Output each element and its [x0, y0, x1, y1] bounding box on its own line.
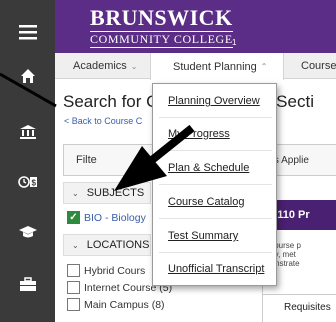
location-filter-main-campus[interactable]: Main Campus (8) — [67, 298, 165, 311]
menu-divider — [159, 184, 272, 185]
graduation-cap-icon[interactable] — [0, 222, 55, 242]
menu-divider — [159, 117, 272, 118]
menu-divider — [159, 218, 272, 219]
logo-line2: COMMUNITY COLLEGE — [90, 31, 233, 48]
checkbox-icon[interactable] — [67, 298, 80, 311]
menu-divider — [159, 150, 272, 151]
nav-student-planning[interactable]: Student Planning ⌃ — [150, 53, 284, 80]
menu-item-unofficial-transcript[interactable]: Unofficial Transcript — [168, 263, 264, 275]
subject-filter-bio[interactable]: ✓ BIO - Biology — [67, 211, 146, 224]
menu-icon[interactable] — [0, 20, 55, 44]
locations-section-header[interactable]: ⌄ LOCATIONS — [63, 234, 151, 256]
menu-divider — [159, 252, 272, 253]
college-logo[interactable]: BRUNSWICK COMMUNITY COLLEGE — [90, 7, 233, 48]
filter-label: Filte — [76, 154, 97, 166]
chevron-down-icon: ⌄ — [130, 61, 138, 71]
back-to-course-catalog-link[interactable]: < Back to Course C — [64, 116, 142, 126]
logo-badge: 1 — [232, 38, 237, 47]
menu-item-test-summary[interactable]: Test Summary — [168, 230, 238, 242]
subject-filter-label: BIO - Biology — [84, 211, 146, 224]
nav-course[interactable]: Course — [301, 53, 336, 79]
checkbox-icon[interactable] — [67, 264, 80, 277]
chevron-down-icon: ⌄ — [72, 188, 79, 198]
menu-item-plan-schedule[interactable]: Plan & Schedule — [168, 162, 249, 174]
checkbox-icon[interactable] — [67, 281, 80, 294]
logo-line1: BRUNSWICK — [90, 5, 233, 30]
app-header: BRUNSWICK COMMUNITY COLLEGE 1 — [55, 0, 336, 53]
nav-academics[interactable]: Academics ⌄ — [73, 53, 138, 79]
locations-label: LOCATIONS — [86, 239, 150, 251]
page-title: Search for C — [63, 92, 159, 111]
menu-item-course-catalog[interactable]: Course Catalog — [168, 196, 244, 208]
chevron-down-icon: ⌄ — [72, 240, 79, 250]
nav-course-label: Course — [301, 60, 336, 72]
svg-text:$: $ — [31, 179, 36, 188]
finance-icon[interactable]: $ — [0, 172, 55, 192]
briefcase-icon[interactable] — [0, 274, 55, 294]
location-filter-label: Main Campus (8) — [84, 298, 165, 311]
nav-academics-label: Academics — [73, 60, 127, 72]
menu-item-planning-overview[interactable]: Planning Overview — [168, 95, 260, 107]
nav-bar: Academics ⌄ Student Planning ⌃ Course — [55, 53, 336, 80]
menu-item-my-progress[interactable]: My Progress — [168, 128, 230, 140]
bank-icon[interactable] — [0, 122, 55, 142]
location-filter-hybrid[interactable]: Hybrid Cours — [67, 264, 145, 277]
left-rail: $ — [0, 0, 55, 322]
student-planning-dropdown: Planning Overview My Progress Plan & Sch… — [152, 83, 277, 286]
location-filter-label: Hybrid Cours — [84, 264, 146, 277]
requisites-label: Requisites — [262, 294, 336, 322]
nav-student-planning-label: Student Planning — [173, 60, 257, 73]
subjects-section-header[interactable]: ⌄ SUBJECTS — [63, 182, 151, 204]
subjects-label: SUBJECTS — [86, 187, 145, 199]
chevron-up-icon: ⌃ — [260, 62, 268, 71]
checkbox-checked-icon[interactable]: ✓ — [67, 211, 80, 224]
home-icon[interactable] — [0, 66, 55, 86]
